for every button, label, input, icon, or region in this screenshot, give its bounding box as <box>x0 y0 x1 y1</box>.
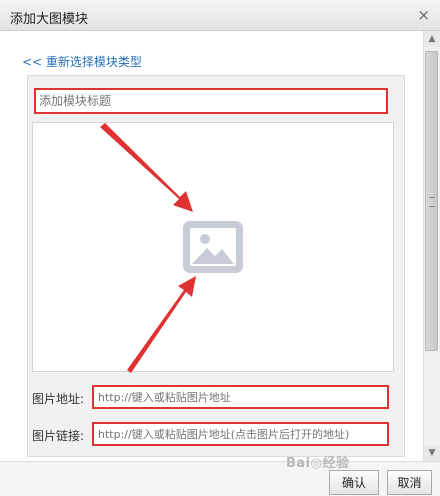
dialog-title: 添加大图模块 <box>10 12 89 27</box>
image-preview-area <box>32 122 394 372</box>
scrollbar-thumb[interactable] <box>425 51 438 351</box>
confirm-button[interactable]: 确认 <box>329 470 379 495</box>
vertical-scrollbar[interactable]: ▲ ▼ <box>423 31 440 461</box>
image-url-label: 图片地址: <box>32 392 85 406</box>
image-url-input[interactable] <box>92 385 389 409</box>
module-title-input[interactable] <box>34 88 388 114</box>
dialog-titlebar: 添加大图模块 × <box>0 0 440 31</box>
scroll-up-icon[interactable]: ▲ <box>424 31 440 47</box>
grip-icon <box>429 197 435 207</box>
image-placeholder-icon <box>183 221 243 273</box>
close-icon[interactable]: × <box>417 6 430 24</box>
image-link-label: 图片链接: <box>32 429 85 443</box>
image-link-input[interactable] <box>92 422 389 446</box>
dialog-footer: 确认 取消 <box>0 461 440 496</box>
cancel-button[interactable]: 取消 <box>387 470 432 495</box>
reselect-module-type-link[interactable]: << 重新选择模块类型 <box>22 53 142 70</box>
scroll-down-icon[interactable]: ▼ <box>424 445 440 461</box>
